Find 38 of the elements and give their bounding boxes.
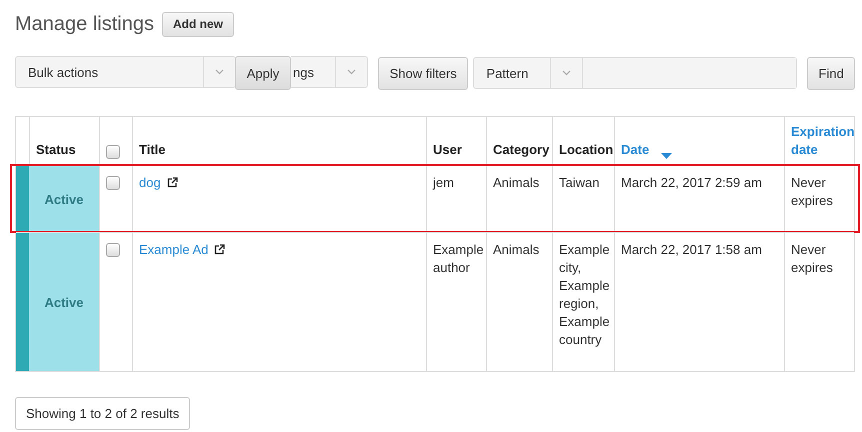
date-cell: March 22, 2017 1:58 am [621, 241, 762, 259]
bulk-actions-select[interactable]: Bulk actions [15, 56, 236, 88]
page-title: Manage listings [15, 12, 154, 36]
user-cell: jem [433, 174, 454, 192]
status-label: Active [29, 233, 99, 371]
listing-title-link[interactable]: dog [139, 174, 161, 192]
show-filters-button[interactable]: Show filters [378, 56, 468, 90]
status-label: Active [29, 166, 99, 232]
category-cell: Animals [493, 174, 540, 192]
column-header: User [433, 141, 462, 159]
caret-icon [215, 69, 224, 75]
caret-icon [347, 69, 356, 75]
listing-title-link[interactable]: Example Ad [139, 241, 208, 259]
add-new-button[interactable]: Add new [162, 12, 234, 36]
external-link-icon [214, 244, 226, 255]
column-header[interactable]: Date [621, 141, 650, 159]
listing-filter-select[interactable]: ngs [291, 56, 368, 88]
find-button[interactable]: Find [807, 56, 855, 90]
results-summary: Showing 1 to 2 of 2 results [15, 397, 190, 430]
column-header: Status [36, 141, 76, 159]
column-header[interactable]: Expiration date [791, 123, 855, 159]
date-cell: March 22, 2017 2:59 am [621, 174, 762, 192]
search-box[interactable]: Pattern [473, 57, 798, 89]
row-checkbox[interactable] [106, 243, 120, 257]
column-header: Category [493, 141, 550, 159]
caret-icon [562, 70, 572, 76]
user-cell: Example author [433, 241, 484, 277]
row-checkbox[interactable] [106, 176, 120, 190]
expiration-cell-text: Never expires [791, 241, 834, 277]
column-header: Location [559, 141, 614, 159]
location-cell: Taiwan [559, 174, 600, 192]
select-all-checkbox[interactable] [106, 145, 120, 159]
expiration-cell-text: Never expires [791, 174, 834, 210]
external-link-icon [166, 177, 178, 188]
category-cell: Animals [493, 241, 540, 259]
location-cell: Example city, Example region, Example country [559, 241, 610, 349]
apply-button[interactable]: Apply [235, 56, 291, 90]
column-header: Title [139, 141, 166, 159]
